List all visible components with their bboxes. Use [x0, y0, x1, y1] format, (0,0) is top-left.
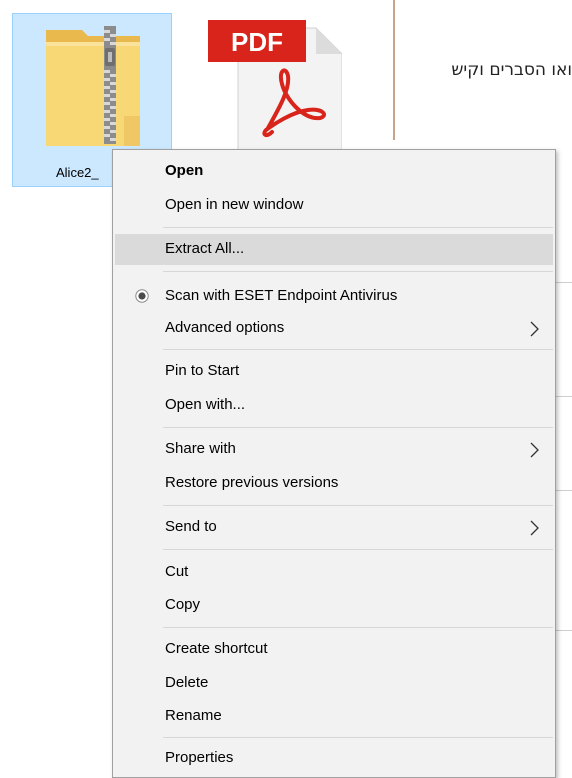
window-divider	[554, 630, 572, 631]
menu-item-label: Rename	[165, 707, 222, 724]
menu-item-extract-all[interactable]: Extract All...	[115, 234, 553, 265]
file-item-pdf[interactable]: PDF	[200, 20, 360, 170]
pdf-badge-text: PDF	[231, 27, 283, 57]
menu-separator	[163, 737, 553, 738]
menu-item-open-with[interactable]: Open with...	[115, 390, 553, 421]
menu-item-label: Restore previous versions	[165, 474, 339, 491]
menu-item-cut[interactable]: Cut	[115, 557, 553, 588]
menu-separator	[163, 549, 553, 550]
menu-item-pin-to-start[interactable]: Pin to Start	[115, 356, 553, 387]
window-divider	[554, 490, 572, 491]
menu-separator	[163, 627, 553, 628]
eset-icon	[135, 289, 149, 303]
menu-item-open[interactable]: Open	[115, 156, 553, 187]
menu-item-label: Advanced options	[165, 319, 285, 336]
menu-item-label: Create shortcut	[165, 640, 268, 657]
menu-separator	[163, 349, 553, 350]
zip-folder-icon	[46, 26, 140, 146]
chevron-right-icon	[530, 520, 539, 536]
menu-item-delete[interactable]: Delete	[115, 668, 553, 699]
window-border	[393, 0, 395, 140]
chevron-right-icon	[530, 321, 539, 337]
menu-separator	[163, 505, 553, 506]
menu-item-label: Extract All...	[165, 240, 245, 257]
menu-item-advanced-options[interactable]: Advanced options	[115, 313, 553, 344]
menu-item-create-shortcut[interactable]: Create shortcut	[115, 634, 553, 665]
pdf-file-icon: PDF	[208, 20, 342, 150]
context-menu: Open Open in new window Extract All... S…	[112, 149, 556, 778]
menu-item-label: Open with...	[165, 396, 246, 413]
menu-separator	[163, 271, 553, 272]
window-divider	[554, 396, 572, 397]
menu-item-label: Cut	[165, 563, 189, 580]
menu-item-properties[interactable]: Properties	[115, 743, 553, 774]
menu-item-send-to[interactable]: Send to	[115, 512, 553, 543]
menu-item-rename[interactable]: Rename	[115, 701, 553, 732]
menu-separator	[163, 427, 553, 428]
menu-item-open-in-new-window[interactable]: Open in new window	[115, 190, 553, 221]
menu-item-label: Send to	[165, 518, 217, 535]
hebrew-text: ואו הסברים וקיש	[451, 60, 572, 80]
menu-separator	[163, 227, 553, 228]
menu-item-label: Pin to Start	[165, 362, 240, 379]
window-divider	[554, 282, 572, 283]
menu-item-label: Delete	[165, 674, 209, 691]
menu-item-scan-eset[interactable]: Scan with ESET Endpoint Antivirus	[115, 281, 553, 312]
menu-item-label: Open	[165, 162, 204, 179]
menu-item-label: Properties	[165, 749, 234, 766]
menu-item-label: Open in new window	[165, 196, 304, 213]
menu-item-label: Copy	[165, 596, 201, 613]
menu-item-restore-previous-versions[interactable]: Restore previous versions	[115, 468, 553, 499]
menu-item-copy[interactable]: Copy	[115, 590, 553, 621]
menu-item-label: Share with	[165, 440, 236, 457]
file-name: Alice2_	[56, 165, 99, 180]
menu-item-label: Scan with ESET Endpoint Antivirus	[165, 287, 398, 304]
chevron-right-icon	[530, 442, 539, 458]
menu-item-share-with[interactable]: Share with	[115, 434, 553, 465]
